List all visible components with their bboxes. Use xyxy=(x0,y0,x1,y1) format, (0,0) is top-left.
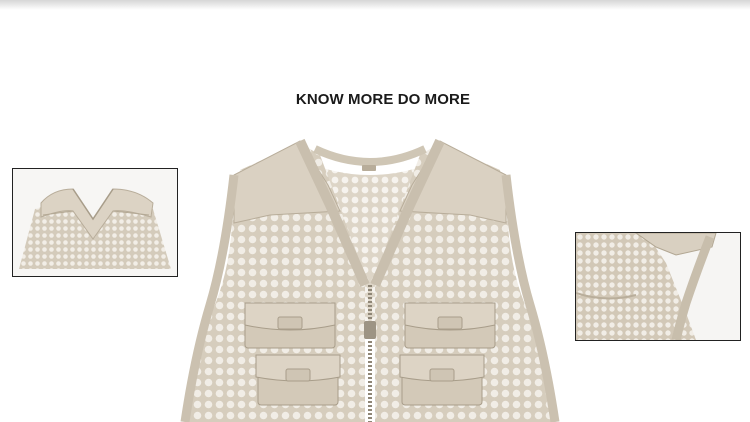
detail-image-armhole xyxy=(575,232,741,341)
detail-image-collar xyxy=(12,168,178,277)
vest-main-image xyxy=(170,135,570,422)
headline: KNOW MORE DO MORE xyxy=(295,91,471,108)
top-shadow-bar xyxy=(0,0,750,10)
